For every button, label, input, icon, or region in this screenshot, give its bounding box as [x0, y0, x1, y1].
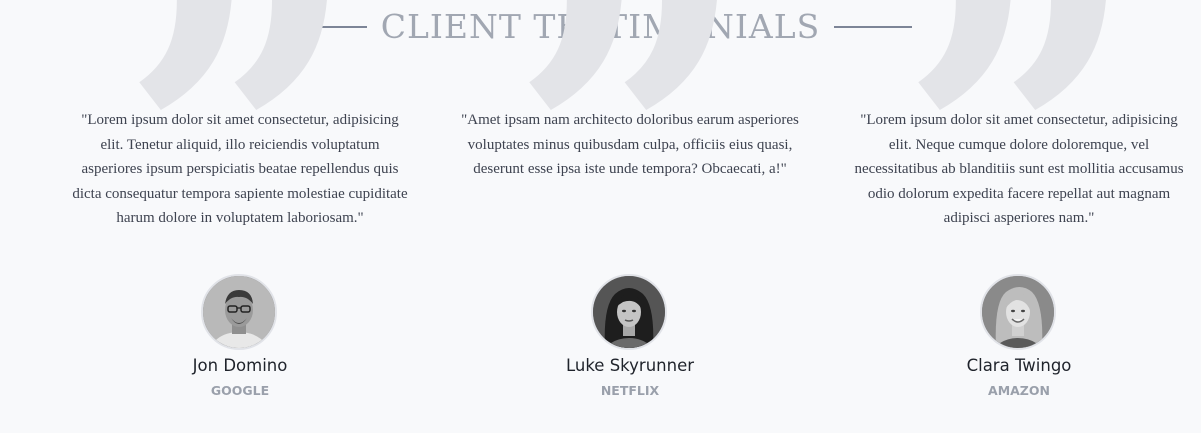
client-name: Luke Skyrunner: [565, 356, 695, 375]
client-company: AMAZON: [988, 383, 1050, 398]
avatar-woman-light-hair-icon: [980, 274, 1056, 350]
avatar-woman-dark-hair-icon: [591, 274, 667, 350]
client-company: NETFLIX: [600, 383, 660, 398]
client-name: Jon Domino: [192, 356, 288, 375]
testimonial-card: ” "Lorem ipsum dolor sit amet consectetu…: [849, 0, 1189, 410]
testimonial-card: ” "Amet ipsam nam architecto doloribus e…: [460, 0, 800, 410]
client-company: GOOGLE: [210, 383, 270, 398]
testimonial-quote: "Amet ipsam nam architecto doloribus ear…: [461, 112, 799, 177]
testimonial-quote: "Lorem ipsum dolor sit amet consectetur,…: [72, 112, 408, 226]
testimonials-section: CLIENT TESTIMONIALS ” "Lorem ipsum dolor…: [0, 0, 1201, 433]
client-name: Clara Twingo: [966, 356, 1072, 375]
avatar-man-glasses-icon: [201, 274, 277, 350]
testimonial-card: ” "Lorem ipsum dolor sit amet consectetu…: [70, 0, 410, 410]
testimonial-quote: "Lorem ipsum dolor sit amet consectetur,…: [854, 112, 1184, 226]
